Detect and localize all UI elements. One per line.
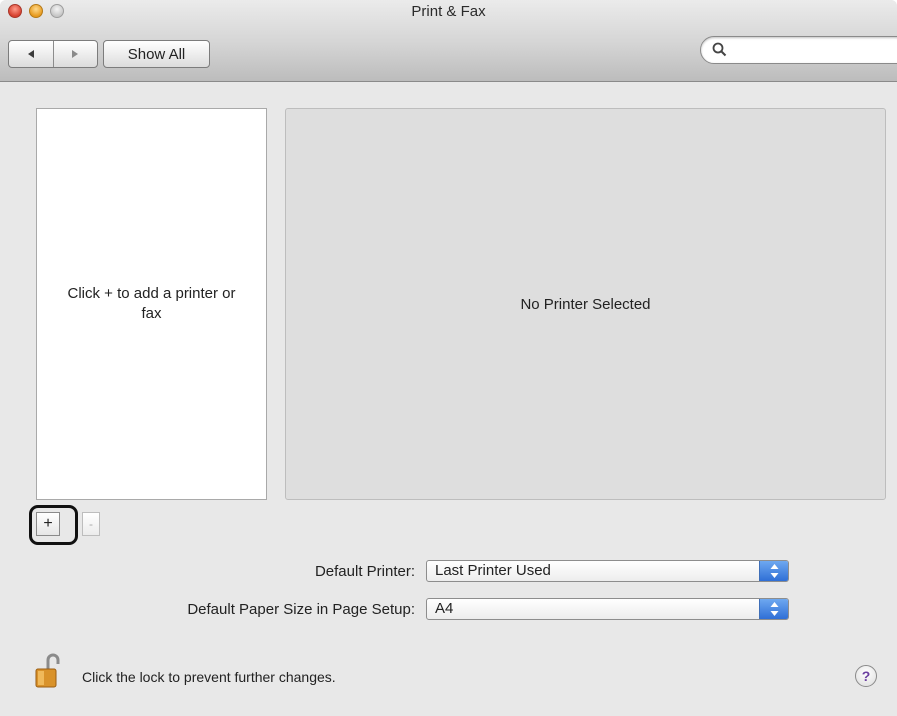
empty-list-message: Click + to add a printer or fax	[67, 285, 236, 322]
show-all-button[interactable]: Show All	[103, 40, 210, 68]
lock-message: Click the lock to prevent further change…	[82, 669, 336, 685]
lock-icon[interactable]	[34, 653, 64, 689]
default-printer-popup[interactable]: Last Printer Used	[426, 560, 789, 582]
default-printer-label: Default Printer:	[314, 563, 415, 580]
default-printer-value: Last Printer Used	[435, 562, 551, 579]
search-field[interactable]	[700, 36, 897, 64]
search-input[interactable]	[731, 40, 897, 60]
no-printer-message: No Printer Selected	[520, 295, 651, 313]
forward-arrow-icon	[72, 50, 79, 58]
printer-list[interactable]: Click + to add a printer or fax	[36, 108, 267, 500]
window-title: Print & Fax	[411, 3, 486, 20]
popup-arrows-icon	[759, 599, 788, 619]
search-icon	[712, 42, 727, 57]
title-bar: Print & Fax Show All	[0, 0, 897, 82]
remove-printer-button[interactable]: -	[82, 512, 100, 536]
back-arrow-icon	[27, 50, 34, 58]
paper-size-label: Default Paper Size in Page Setup:	[187, 601, 415, 618]
add-button-highlight	[29, 505, 78, 545]
back-forward-control	[8, 40, 98, 68]
help-button[interactable]: ?	[855, 665, 877, 687]
popup-arrows-icon	[759, 561, 788, 581]
print-fax-window: Print & Fax Show All Click + to add a pr…	[0, 0, 897, 716]
printer-detail-pane: No Printer Selected	[285, 108, 886, 500]
paper-size-popup[interactable]: A4	[426, 598, 789, 620]
paper-size-value: A4	[435, 600, 454, 617]
forward-button[interactable]	[52, 41, 98, 67]
back-button[interactable]	[9, 41, 53, 67]
